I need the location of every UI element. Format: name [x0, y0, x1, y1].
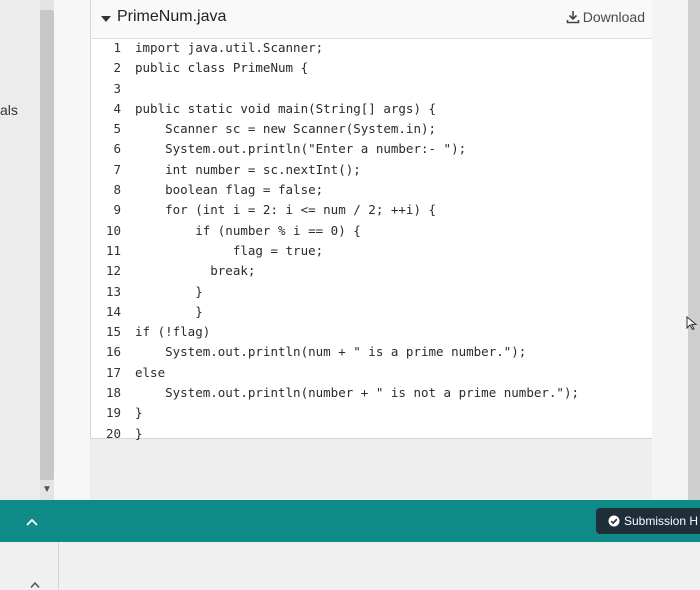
- line-number: 12: [105, 263, 121, 279]
- code-viewer: 1 import java.util.Scanner; 2 public class…: [91, 38, 653, 444]
- line-number: 2: [113, 60, 121, 76]
- line-code: if (number % i == 0) {: [135, 222, 361, 238]
- chevron-up-icon[interactable]: [30, 582, 40, 588]
- line-number: 17: [105, 364, 121, 380]
- line-code: }: [135, 425, 143, 441]
- download-button[interactable]: Download: [566, 9, 645, 25]
- bottom-divider: [58, 542, 59, 590]
- code-line: 7 int number = sc.nextInt();: [91, 160, 653, 180]
- code-line: 19}: [91, 403, 653, 423]
- code-line: 8 boolean flag = false;: [91, 180, 653, 200]
- line-number: 13: [105, 283, 121, 299]
- code-line: 3: [91, 79, 653, 99]
- line-code: }: [135, 405, 143, 421]
- caret-down-icon[interactable]: [101, 16, 111, 22]
- line-number: 18: [105, 385, 121, 401]
- line-number: 19: [105, 405, 121, 421]
- code-line: 10 if (number % i == 0) {: [91, 221, 653, 241]
- chevron-up-icon[interactable]: [26, 518, 38, 526]
- line-code: flag = true;: [135, 242, 324, 258]
- line-number: 1: [113, 40, 121, 55]
- code-line: 17 else: [91, 363, 653, 383]
- file-name[interactable]: PrimeNum.java: [117, 8, 226, 26]
- line-code: }: [135, 303, 203, 319]
- line-code: import java.util.Scanner;: [135, 40, 324, 55]
- file-header: PrimeNum.java Download: [91, 0, 653, 39]
- line-number: 20: [105, 425, 121, 441]
- line-code: if (!flag): [135, 324, 211, 340]
- line-number: 8: [113, 182, 121, 198]
- line-code: int number = sc.nextInt();: [135, 161, 361, 177]
- code-line: 4 public static void main(String[] args) …: [91, 99, 653, 119]
- line-number: 6: [113, 141, 121, 157]
- scrollbar-thumb[interactable]: [40, 10, 54, 480]
- line-code: Scanner sc = new Scanner(System.in);: [135, 121, 437, 137]
- submission-history-button[interactable]: Submission H: [596, 508, 700, 534]
- code-line: 12 break;: [91, 261, 653, 281]
- footer-bar: Submission H: [0, 500, 700, 542]
- code-line: 11 flag = true;: [91, 241, 653, 261]
- side-label: als: [0, 102, 18, 118]
- panel-gap: [54, 0, 90, 500]
- code-line: 14 }: [91, 302, 653, 322]
- code-line: 13 }: [91, 282, 653, 302]
- right-scrollbar[interactable]: [688, 0, 700, 500]
- download-icon: [566, 11, 580, 24]
- line-code: }: [135, 283, 203, 299]
- line-number: 14: [105, 303, 121, 319]
- code-line: 16 System.out.println(num + " is a prime…: [91, 342, 653, 362]
- code-line: 5 Scanner sc = new Scanner(System.in);: [91, 119, 653, 139]
- line-code: System.out.println(number + " is not a p…: [135, 385, 580, 401]
- check-circle-icon: [608, 515, 620, 527]
- line-number: 15: [105, 324, 121, 340]
- scroll-down-icon[interactable]: ▼: [42, 484, 52, 495]
- line-code: for (int i = 2: i <= num / 2; ++i) {: [135, 202, 437, 218]
- line-code: boolean flag = false;: [135, 182, 324, 198]
- line-number: 3: [113, 80, 121, 96]
- line-number: 16: [105, 344, 121, 360]
- submission-label: Submission H: [624, 514, 699, 528]
- left-panel: als: [0, 0, 40, 500]
- mouse-pointer-icon: [686, 316, 698, 330]
- line-code: public static void main(String[] args) {: [135, 100, 437, 116]
- code-line: 15 if (!flag): [91, 322, 653, 342]
- line-number: 4: [113, 100, 121, 116]
- line-code: break;: [135, 263, 256, 279]
- line-number: 9: [113, 202, 121, 218]
- line-number: 5: [113, 121, 121, 137]
- bottom-area: [0, 542, 700, 590]
- line-code: System.out.println(num + " is a prime nu…: [135, 344, 527, 360]
- download-label: Download: [582, 9, 645, 25]
- code-line: 20}: [91, 424, 653, 444]
- code-line: 1 import java.util.Scanner;: [91, 38, 653, 58]
- file-card: PrimeNum.java Download 1 import java.util…: [90, 0, 654, 441]
- line-number: 11: [105, 242, 121, 258]
- line-code: public class PrimeNum {: [135, 60, 309, 76]
- code-line: 2 public class PrimeNum {: [91, 58, 653, 78]
- code-line: 6 System.out.println("Enter a number:- "…: [91, 139, 653, 159]
- line-code: else: [135, 364, 166, 380]
- code-line: 18 System.out.println(number + " is not …: [91, 383, 653, 403]
- line-code: System.out.println("Enter a number:- ");: [135, 141, 467, 157]
- code-line: 9 for (int i = 2: i <= num / 2; ++i) {: [91, 200, 653, 220]
- line-number: 7: [113, 161, 121, 177]
- line-number: 10: [105, 222, 121, 238]
